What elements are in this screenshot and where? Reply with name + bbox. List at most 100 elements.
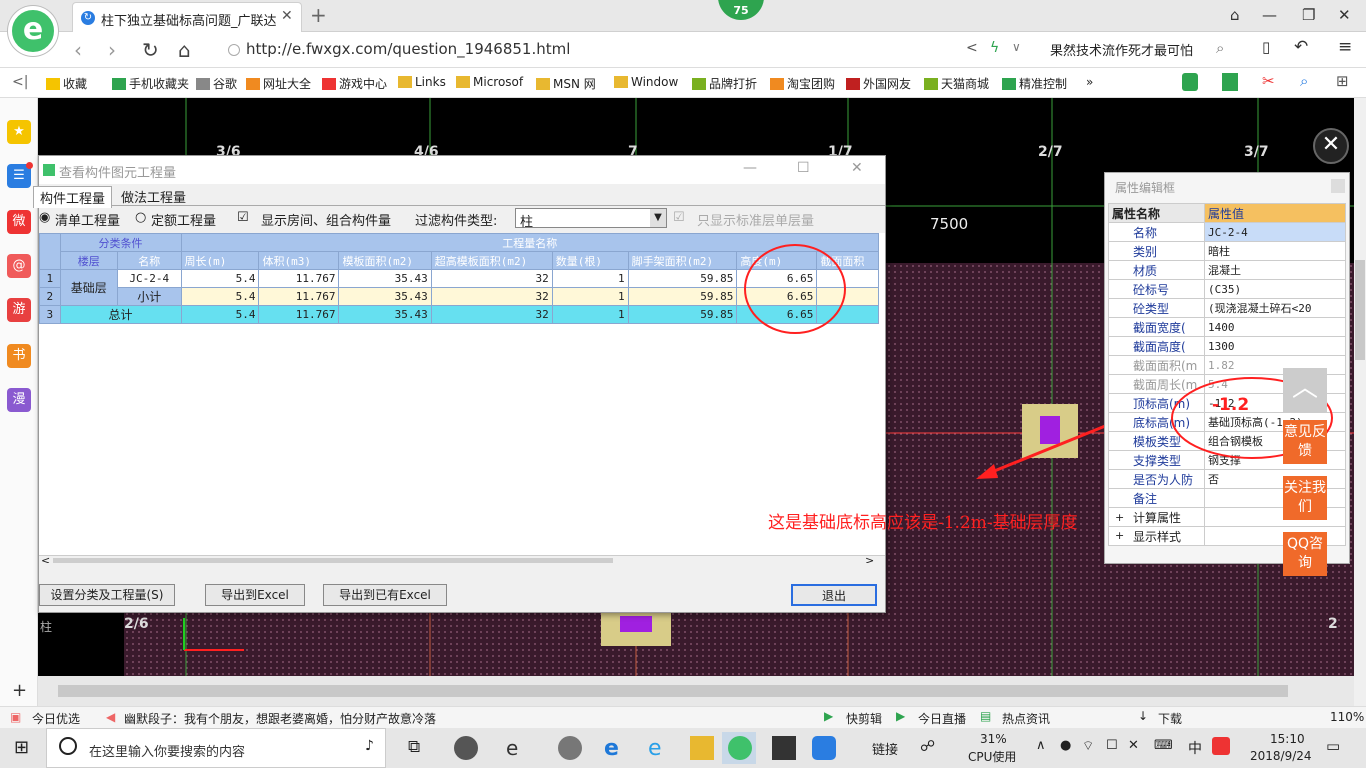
qq-button[interactable]: QQ咨询 xyxy=(1283,532,1327,576)
browser-tab[interactable]: ↻ 柱下独立基础标高问题_广联达服 ✕ xyxy=(72,2,302,32)
chevron-down-icon[interactable]: ▼ xyxy=(650,209,666,227)
radio-quota-label[interactable]: 定额工程量 xyxy=(151,210,216,229)
today-picks[interactable]: 今日优选 xyxy=(32,710,80,727)
bookmark-item[interactable]: MSN 网 xyxy=(536,75,596,92)
property-row[interactable]: 砼标号 (C35) xyxy=(1108,279,1346,299)
game-icon[interactable]: 游 xyxy=(7,298,31,322)
explorer-folder-icon[interactable] xyxy=(690,736,714,760)
mail-icon[interactable]: @ xyxy=(7,254,31,278)
property-row[interactable]: 截面高度(1300 xyxy=(1108,336,1346,356)
expand-icon[interactable]: + xyxy=(1115,529,1124,542)
hscroll-thumb[interactable] xyxy=(58,685,1288,697)
shirt-icon[interactable]: ⌂ xyxy=(1230,6,1240,24)
weibo-icon[interactable]: 微 xyxy=(7,210,31,234)
radio-quota-icon[interactable]: ○ xyxy=(135,210,146,225)
set-classification-button[interactable]: 设置分类及工程量(S) xyxy=(39,584,175,606)
back-to-top-button[interactable]: ︿ xyxy=(1283,368,1327,412)
back-icon[interactable]: ‹ xyxy=(74,38,82,62)
minimize-icon[interactable]: — xyxy=(1262,6,1277,24)
plus-square-icon[interactable] xyxy=(1222,73,1238,91)
property-row[interactable]: 材质 混凝土 xyxy=(1108,260,1346,280)
scissors-icon[interactable]: ✂ xyxy=(1262,72,1275,90)
dialog-minimize-icon[interactable]: — xyxy=(743,160,757,176)
scroll-left-icon[interactable]: < xyxy=(41,554,50,563)
360-browser-icon[interactable] xyxy=(728,736,752,760)
comic-icon[interactable]: 漫 xyxy=(7,388,31,412)
news-ticker[interactable]: 幽默段子：我有个朋友，想跟老婆离婚，怕分财产故意冷落 xyxy=(124,710,436,727)
export-excel-button[interactable]: 导出到Excel xyxy=(205,584,305,606)
tab-method-quantity[interactable]: 做法工程量 xyxy=(115,186,192,207)
tray-chevron-icon[interactable]: ∧ xyxy=(1036,738,1046,753)
bookmark-item[interactable]: Microsof xyxy=(456,75,523,89)
property-value[interactable]: 1400 xyxy=(1204,317,1346,337)
notification-center-icon[interactable]: ▭ xyxy=(1326,737,1340,755)
phone-icon[interactable]: ▯ xyxy=(1262,38,1270,56)
property-value[interactable]: (C35) xyxy=(1204,279,1346,299)
url-field[interactable]: http://e.fwxgx.com/question_1946851.html xyxy=(246,40,570,58)
bookmark-item[interactable]: 收藏 xyxy=(46,75,87,92)
status-item[interactable]: 下载 xyxy=(1158,710,1182,727)
table-hscroll-thumb[interactable] xyxy=(53,558,613,563)
filter-select[interactable]: 柱 ▼ xyxy=(515,208,667,230)
property-value[interactable]: 1300 xyxy=(1204,336,1346,356)
tray-keyboard-icon[interactable]: ⌨ xyxy=(1154,738,1173,753)
bookmark-item[interactable]: 网址大全 xyxy=(246,75,311,92)
status-item[interactable]: 快剪辑 xyxy=(846,710,882,727)
property-row[interactable]: 名称 JC-2-4 xyxy=(1108,222,1346,242)
status-item[interactable]: 热点资讯 xyxy=(1002,710,1050,727)
people-icon[interactable]: ☍ xyxy=(920,737,935,755)
restore-icon[interactable]: ❐ xyxy=(1302,6,1315,24)
clock-date[interactable]: 2018/9/24 xyxy=(1250,749,1312,763)
bolt-icon[interactable]: ϟ xyxy=(990,40,999,56)
edge-icon[interactable]: e xyxy=(604,736,628,761)
share-icon[interactable]: < xyxy=(966,40,978,56)
task-view-icon[interactable]: ⧉ xyxy=(408,737,420,757)
taskbar-search[interactable]: 在这里输入你要搜索的内容 ♪ xyxy=(46,728,386,768)
home-icon[interactable]: ⌂ xyxy=(178,38,191,62)
radio-list-icon[interactable]: ◉ xyxy=(39,210,50,225)
search-icon[interactable]: ⌕ xyxy=(1216,39,1224,57)
zoom-level[interactable]: 110% xyxy=(1330,710,1364,724)
follow-button[interactable]: 关注我们 xyxy=(1283,476,1327,520)
ime-indicator[interactable]: 中 xyxy=(1188,738,1202,758)
scrollbar-thumb[interactable] xyxy=(1355,260,1365,360)
tray-mute-icon[interactable]: ✕ xyxy=(1128,738,1139,753)
browser-logo-icon[interactable]: e xyxy=(8,6,58,56)
security-icon[interactable] xyxy=(228,44,240,56)
ie-icon[interactable]: e xyxy=(648,736,672,761)
bookmarks-more[interactable]: » xyxy=(1086,75,1093,89)
property-value[interactable]: JC-2-4 xyxy=(1204,222,1346,242)
dialog-titlebar[interactable]: 查看构件图元工程量 — ☐ ✕ xyxy=(39,156,885,184)
tray-network-icon[interactable]: ☐ xyxy=(1106,738,1118,753)
radio-list-label[interactable]: 清单工程量 xyxy=(55,210,120,229)
scroll-right-icon[interactable]: > xyxy=(865,554,874,563)
dialog-maximize-icon[interactable]: ☐ xyxy=(797,160,810,176)
app-pinwheel-icon[interactable] xyxy=(454,736,478,760)
status-item[interactable]: 今日直播 xyxy=(918,710,966,727)
vertical-scrollbar[interactable] xyxy=(1354,98,1366,688)
microphone-icon[interactable]: ♪ xyxy=(365,738,374,754)
property-value[interactable]: (现浇混凝土碎石<20 xyxy=(1204,298,1346,318)
clock-time[interactable]: 15:10 xyxy=(1270,732,1305,746)
show-room-checkbox[interactable]: ☑ xyxy=(237,210,249,225)
property-row[interactable]: 砼类型 (现浇混凝土碎石<20 xyxy=(1108,298,1346,318)
money-icon[interactable] xyxy=(1182,73,1198,91)
undo-icon[interactable]: ↶ xyxy=(1294,37,1308,57)
tray-icon[interactable]: ● xyxy=(1060,738,1071,753)
table-hscroll[interactable]: < > xyxy=(39,554,885,563)
glodon-icon[interactable] xyxy=(812,736,836,760)
horizontal-scrollbar[interactable] xyxy=(38,676,1354,706)
book-icon[interactable]: 书 xyxy=(7,344,31,368)
bookmark-item[interactable]: 淘宝团购 xyxy=(770,75,835,92)
favorites-star-icon[interactable]: ★ xyxy=(7,120,31,144)
windows-start-icon[interactable]: ⊞ xyxy=(14,737,29,758)
bookmark-item[interactable]: Links xyxy=(398,75,446,89)
reload-icon[interactable]: ↻ xyxy=(142,38,159,62)
dialog-close-icon[interactable]: ✕ xyxy=(851,160,863,176)
collapse-icon[interactable]: <| xyxy=(12,74,28,90)
exit-button[interactable]: 退出 xyxy=(791,584,877,606)
property-row[interactable]: 截面宽度(1400 xyxy=(1108,317,1346,337)
property-value[interactable]: 混凝土 xyxy=(1204,260,1346,280)
tab-component-quantity[interactable]: 构件工程量 xyxy=(33,186,113,208)
mail-app-icon[interactable] xyxy=(772,736,796,760)
